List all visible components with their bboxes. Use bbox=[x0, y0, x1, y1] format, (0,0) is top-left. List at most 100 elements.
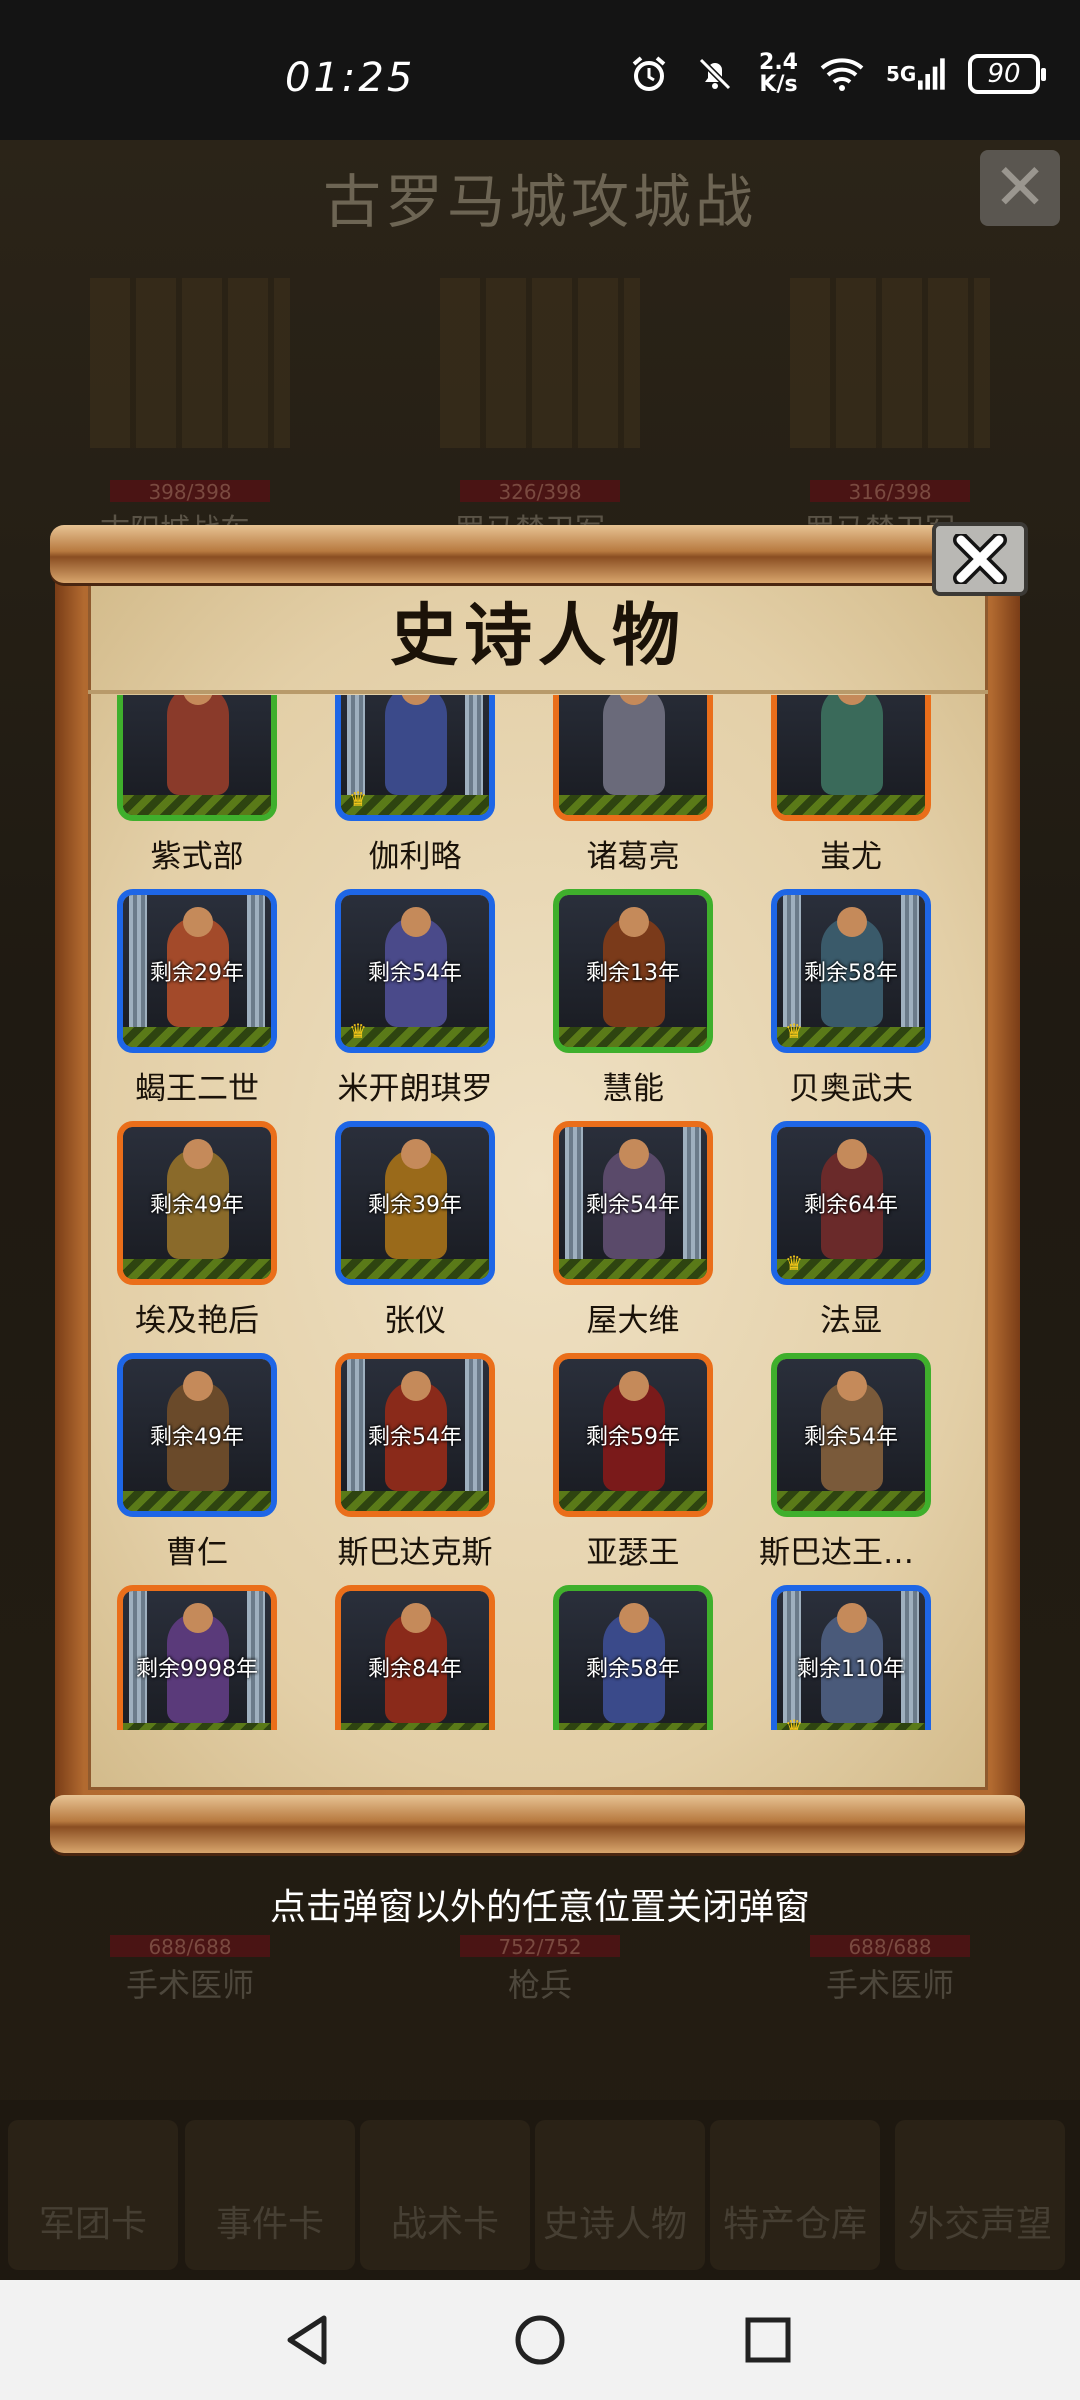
grass-decoration bbox=[777, 795, 925, 815]
recents-icon bbox=[745, 2317, 791, 2363]
unit-count: 688/688 bbox=[810, 1935, 970, 1959]
nav-label: 特产仓库 bbox=[722, 2204, 867, 2245]
nav-label: 事件卡 bbox=[215, 2204, 324, 2245]
character-item[interactable]: 剩余49年埃及艳后 bbox=[105, 1109, 323, 1341]
character-portrait[interactable]: 剩余84年 bbox=[335, 1585, 495, 1730]
character-portrait[interactable]: 剩余54年 bbox=[553, 1121, 713, 1285]
grass-decoration bbox=[559, 1259, 707, 1279]
grass-decoration bbox=[123, 1027, 271, 1047]
character-item[interactable]: 剩余58年唐·吉诃德 bbox=[541, 1573, 759, 1730]
grass-decoration bbox=[123, 1491, 271, 1511]
character-name: 张仪 bbox=[384, 1303, 446, 1339]
remaining-years: 剩余54年 bbox=[368, 1425, 462, 1450]
dismiss-hint: 点击弹窗以外的任意位置关闭弹窗 bbox=[269, 1887, 810, 1928]
character-name: 慧能 bbox=[602, 1071, 664, 1107]
character-item[interactable]: 剩余59年亚瑟王 bbox=[541, 1341, 759, 1573]
character-name: 贝奥武夫 bbox=[789, 1071, 913, 1107]
army-tile bbox=[90, 278, 290, 448]
remaining-years: 剩余54年 bbox=[804, 1425, 898, 1450]
character-portrait[interactable]: 剩余58年 bbox=[553, 1585, 713, 1730]
character-name: 亚瑟王 bbox=[586, 1535, 680, 1571]
character-name: 诸葛亮 bbox=[586, 839, 680, 875]
back-icon bbox=[287, 2315, 327, 2365]
remaining-years: 剩余29年 bbox=[150, 961, 244, 986]
title-divider bbox=[88, 690, 988, 694]
remaining-years: 剩余59年 bbox=[586, 1425, 680, 1450]
background-close-icon: ✕ bbox=[980, 150, 1060, 226]
character-name: 屋大维 bbox=[586, 1303, 680, 1339]
character-item[interactable]: 剩余84年列奥尼达一世 bbox=[323, 1573, 541, 1730]
character-portrait[interactable]: ♛ 剩余64年 bbox=[771, 1121, 931, 1285]
alarm-icon bbox=[627, 52, 671, 96]
home-icon bbox=[515, 2315, 565, 2365]
character-item[interactable]: 剩余54年屋大维 bbox=[541, 1109, 759, 1341]
grass-decoration bbox=[777, 1491, 925, 1511]
character-portrait[interactable]: ♛ 剩余54年 bbox=[335, 889, 495, 1053]
character-portrait[interactable] bbox=[553, 695, 713, 821]
crown-icon: ♛ bbox=[785, 1019, 803, 1043]
character-portrait[interactable]: 剩余49年 bbox=[117, 1353, 277, 1517]
character-item[interactable]: ♛ 剩余58年贝奥武夫 bbox=[759, 877, 975, 1109]
character-portrait[interactable]: 剩余59年 bbox=[553, 1353, 713, 1517]
popup-title: 史诗人物 bbox=[389, 597, 686, 676]
character-item[interactable]: 剩余39年张仪 bbox=[323, 1109, 541, 1341]
character-portrait[interactable]: 剩余54年 bbox=[335, 1353, 495, 1517]
wifi-icon bbox=[820, 52, 864, 96]
character-item[interactable]: 剩余54年斯巴达克斯 bbox=[323, 1341, 541, 1573]
nav-label: 外交声望 bbox=[907, 2204, 1052, 2245]
unit-name: 手术医师 bbox=[825, 1966, 954, 2004]
character-item[interactable]: 剩余54年斯巴达王后… bbox=[759, 1341, 975, 1573]
grass-decoration bbox=[559, 795, 707, 815]
character-portrait[interactable]: 剩余39年 bbox=[335, 1121, 495, 1285]
character-portrait[interactable]: 剩余9998年 bbox=[117, 1585, 277, 1730]
character-portrait[interactable]: 剩余29年 bbox=[117, 889, 277, 1053]
character-item[interactable]: 剩余13年慧能 bbox=[541, 877, 759, 1109]
mute-bell-icon bbox=[693, 52, 737, 96]
character-item[interactable]: 诸葛亮 bbox=[541, 695, 759, 877]
close-button[interactable] bbox=[932, 522, 1028, 596]
clock: 01:25 bbox=[285, 55, 416, 101]
character-item[interactable]: ♛ 剩余54年米开朗琪罗 bbox=[323, 877, 541, 1109]
back-button[interactable] bbox=[278, 2310, 338, 2370]
character-name: 埃及艳后 bbox=[135, 1303, 259, 1339]
remaining-years: 剩余54年 bbox=[586, 1193, 680, 1218]
character-name: 斯巴达王后… bbox=[759, 1535, 943, 1571]
character-item[interactable]: 紫式部 bbox=[105, 695, 323, 877]
character-list[interactable]: 紫式部 ♛ 伽利略 诸葛亮 蚩尤 剩余29年 蝎王二世 ♛ 剩余54年 米开朗琪罗 剩余13年 慧能 ♛… bbox=[105, 695, 975, 1730]
character-portrait[interactable]: ♛ bbox=[335, 695, 495, 821]
character-portrait[interactable] bbox=[117, 695, 277, 821]
grass-decoration bbox=[559, 1027, 707, 1047]
remaining-years: 剩余49年 bbox=[150, 1193, 244, 1218]
character-portrait[interactable]: ♛ 剩余110年 bbox=[771, 1585, 931, 1730]
unit-count: 316/398 bbox=[810, 480, 970, 504]
character-portrait[interactable]: ♛ 剩余58年 bbox=[771, 889, 931, 1053]
remaining-years: 剩余39年 bbox=[368, 1193, 462, 1218]
recents-button[interactable] bbox=[738, 2310, 798, 2370]
character-item[interactable]: 蚩尤 bbox=[759, 695, 975, 877]
crown-icon: ♛ bbox=[785, 1251, 803, 1275]
army-tile bbox=[790, 278, 990, 448]
scroll-rod-bottom bbox=[50, 1795, 1025, 1853]
remaining-years: 剩余58年 bbox=[804, 961, 898, 986]
character-name: 法显 bbox=[820, 1303, 882, 1339]
character-portrait[interactable] bbox=[771, 695, 931, 821]
battle-title: 古罗马城攻城战 bbox=[322, 168, 757, 236]
unit-name: 枪兵 bbox=[507, 1966, 572, 2004]
character-name: 米开朗琪罗 bbox=[337, 1071, 493, 1107]
remaining-years: 剩余13年 bbox=[586, 961, 680, 986]
character-item[interactable]: 剩余9998年赫拉克勒斯 bbox=[105, 1573, 323, 1730]
character-item[interactable]: 剩余49年 曹仁 bbox=[105, 1341, 323, 1573]
character-portrait[interactable]: 剩余54年 bbox=[771, 1353, 931, 1517]
character-portrait[interactable]: 剩余49年 bbox=[117, 1121, 277, 1285]
character-name: 斯巴达克斯 bbox=[337, 1535, 493, 1571]
character-item[interactable]: ♛剩余110年米开朗琪罗 bbox=[759, 1573, 975, 1730]
character-item[interactable]: 剩余29年 蝎王二世 bbox=[105, 877, 323, 1109]
remaining-years: 剩余84年 bbox=[368, 1657, 462, 1682]
character-name: 蚩尤 bbox=[820, 839, 882, 875]
character-item[interactable]: ♛ 伽利略 bbox=[323, 695, 541, 877]
grass-decoration bbox=[559, 1491, 707, 1511]
character-portrait[interactable]: 剩余13年 bbox=[553, 889, 713, 1053]
character-item[interactable]: ♛ 剩余64年法显 bbox=[759, 1109, 975, 1341]
home-button[interactable] bbox=[510, 2310, 570, 2370]
grass-decoration bbox=[123, 795, 271, 815]
